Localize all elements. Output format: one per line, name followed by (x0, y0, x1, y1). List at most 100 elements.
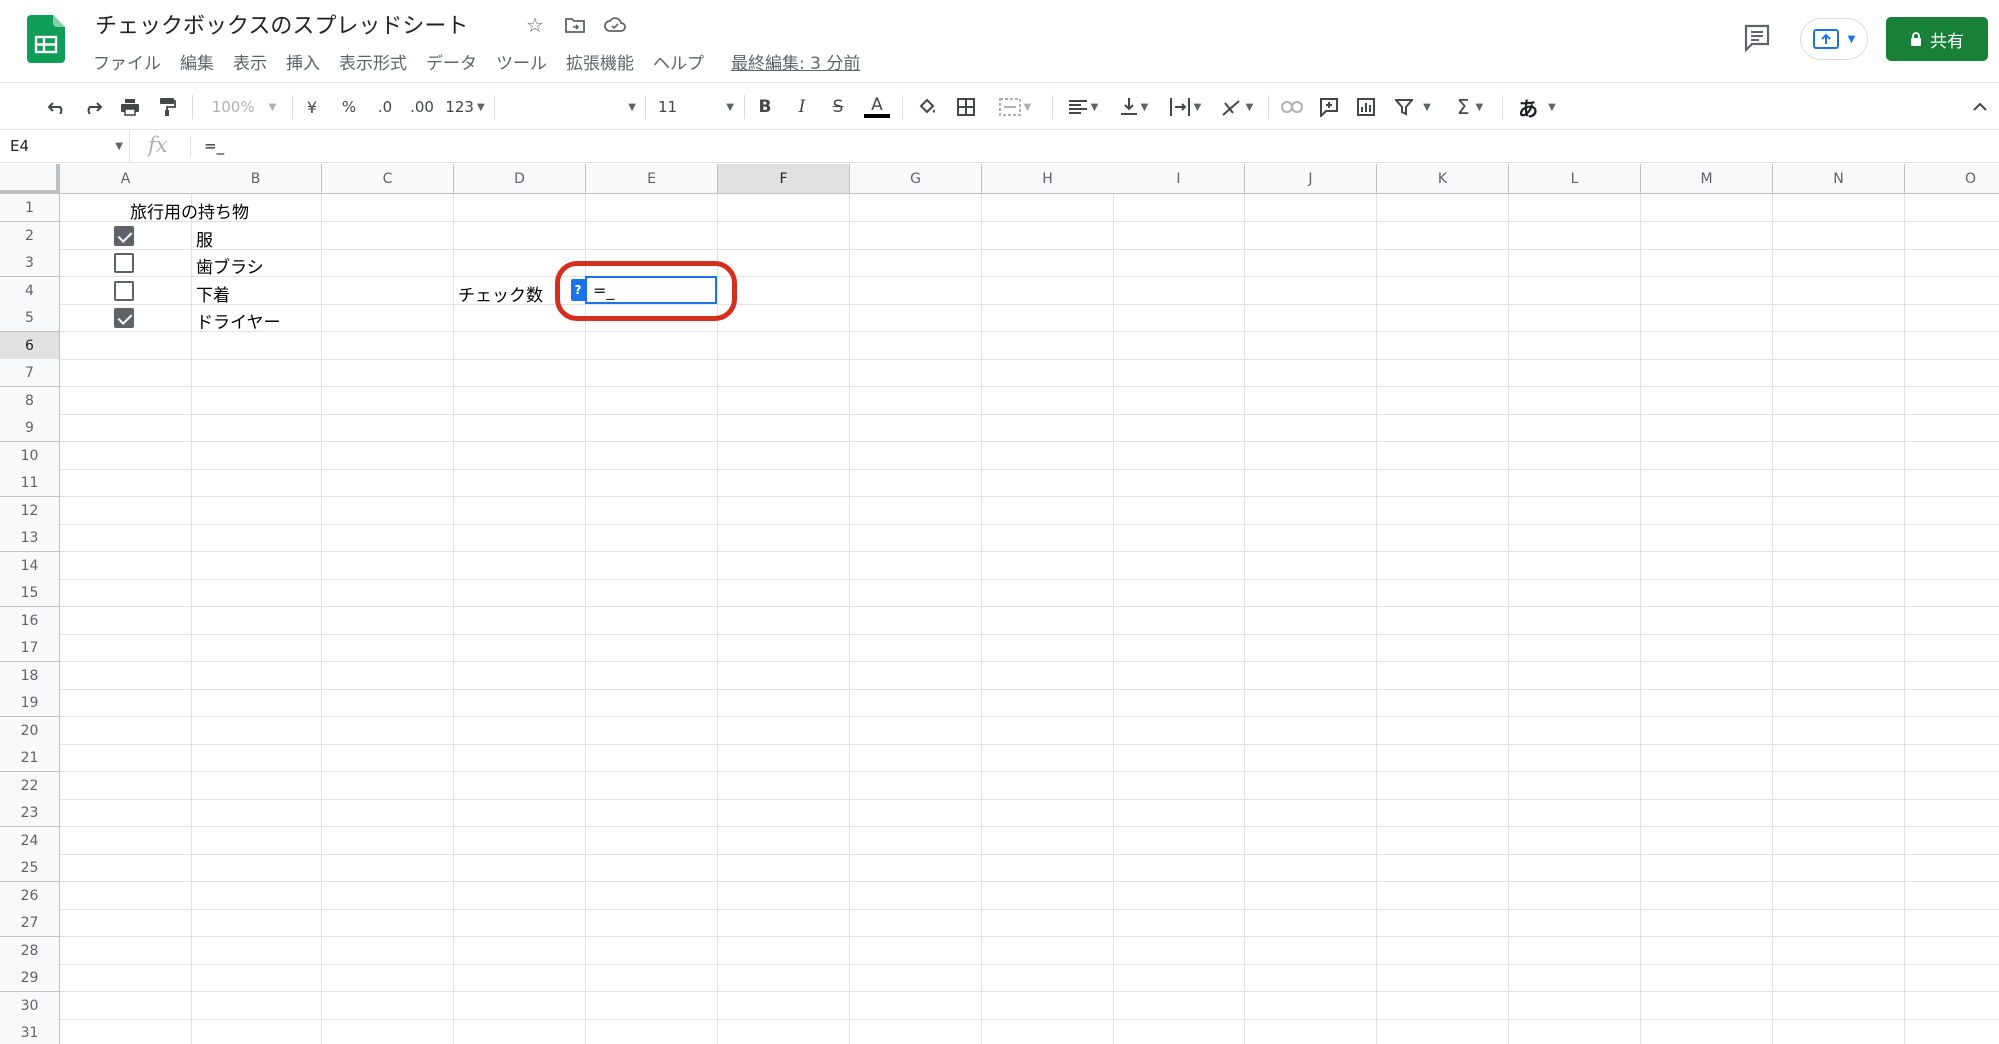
row-header-9[interactable]: 9 (0, 414, 60, 442)
row-header-21[interactable]: 21 (0, 744, 60, 772)
menu-insert[interactable]: 挿入 (286, 49, 320, 74)
move-to-folder-icon[interactable] (562, 12, 588, 38)
text-wrapping-icon[interactable]: ▼ (1164, 93, 1206, 121)
functions-button[interactable]: Σ ▼ (1450, 93, 1490, 121)
horizontal-align-icon[interactable]: ▼ (1062, 93, 1104, 121)
text-color-button[interactable]: A (862, 93, 892, 121)
cloud-status-icon[interactable] (602, 12, 628, 38)
present-button[interactable]: ▼ (1800, 18, 1868, 60)
strikethrough-button[interactable]: S (826, 93, 850, 121)
row-header-7[interactable]: 7 (0, 359, 60, 387)
document-title[interactable]: チェックボックスのスプレッドシート (95, 8, 468, 40)
menu-help[interactable]: ヘルプ (653, 49, 704, 74)
row-header-13[interactable]: 13 (0, 524, 60, 552)
vertical-align-icon[interactable]: ▼ (1114, 93, 1154, 121)
cell-b3[interactable]: 歯ブラシ (196, 253, 264, 278)
column-header-c[interactable]: C (322, 164, 454, 194)
last-edit-link[interactable]: 最終編集: 3 分前 (731, 49, 860, 74)
insert-comment-icon[interactable] (1316, 93, 1342, 121)
row-header-20[interactable]: 20 (0, 717, 60, 745)
decrease-decimals-button[interactable]: .0 (372, 93, 398, 121)
formula-input[interactable]: =_ (204, 137, 224, 155)
column-header-b[interactable]: B (190, 164, 322, 194)
spreadsheet-grid[interactable]: ABCDEFGHIJKLMNO 1 2 3 4 5 6 7 8 9 10 11 12 13 14 15 16 1… (0, 164, 1999, 1044)
menu-view[interactable]: 表示 (233, 49, 267, 74)
currency-format-button[interactable]: ¥ (302, 93, 322, 121)
insert-chart-icon[interactable] (1353, 93, 1379, 121)
column-header-m[interactable]: M (1641, 164, 1773, 194)
menu-tools[interactable]: ツール (496, 49, 547, 74)
menu-file[interactable]: ファイル (93, 49, 161, 74)
share-button[interactable]: 共有 (1886, 17, 1988, 61)
sheets-logo-icon[interactable] (27, 15, 65, 63)
row-header-31[interactable]: 31 (0, 1019, 60, 1044)
row-header-8[interactable]: 8 (0, 387, 60, 415)
paint-format-icon[interactable] (154, 93, 180, 121)
row-header-23[interactable]: 23 (0, 799, 60, 827)
menu-data[interactable]: データ (426, 49, 477, 74)
row-header-3[interactable]: 3 (0, 249, 60, 277)
column-header-d[interactable]: D (454, 164, 586, 194)
column-header-l[interactable]: L (1509, 164, 1641, 194)
print-icon[interactable] (117, 93, 143, 121)
row-header-4[interactable]: 4 (0, 277, 60, 305)
row-header-28[interactable]: 28 (0, 937, 60, 965)
row-header-1[interactable]: 1 (0, 194, 60, 222)
column-header-h[interactable]: H (982, 164, 1114, 194)
menu-format[interactable]: 表示形式 (339, 49, 407, 74)
row-header-25[interactable]: 25 (0, 854, 60, 882)
column-header-j[interactable]: J (1245, 164, 1377, 194)
bold-button[interactable]: B (753, 93, 777, 121)
column-header-a[interactable]: A (60, 164, 192, 194)
checkbox-a2[interactable] (114, 226, 134, 246)
column-header-f[interactable]: F (718, 164, 850, 194)
column-header-g[interactable]: G (850, 164, 982, 194)
cell-b5[interactable]: ドライヤー (196, 308, 281, 333)
row-header-6[interactable]: 6 (0, 332, 60, 360)
font-family-select[interactable]: ▼ (500, 93, 636, 121)
checkbox-a3[interactable] (114, 253, 134, 273)
redo-icon[interactable] (80, 93, 106, 121)
select-all-corner[interactable] (0, 164, 60, 194)
more-formats-button[interactable]: 123 ▼ (444, 93, 486, 121)
cell-a1[interactable]: 旅行用の持ち物 (130, 198, 249, 223)
checkbox-a4[interactable] (114, 281, 134, 301)
row-header-29[interactable]: 29 (0, 964, 60, 992)
increase-decimals-button[interactable]: .00 (407, 93, 437, 121)
percent-format-button[interactable]: % (338, 93, 360, 121)
row-header-22[interactable]: 22 (0, 772, 60, 800)
row-header-15[interactable]: 15 (0, 579, 60, 607)
font-size-select[interactable]: 11 ▼ (658, 93, 734, 121)
cell-d4[interactable]: チェック数 (458, 281, 543, 306)
row-header-30[interactable]: 30 (0, 992, 60, 1020)
zoom-select[interactable]: 100% ▼ (204, 93, 284, 121)
column-header-e[interactable]: E (586, 164, 718, 194)
text-rotation-icon[interactable]: ▼ (1216, 93, 1258, 121)
menu-edit[interactable]: 編集 (180, 49, 214, 74)
row-header-2[interactable]: 2 (0, 222, 60, 250)
comment-history-icon[interactable] (1740, 20, 1774, 54)
column-header-o[interactable]: O (1905, 164, 1999, 194)
cell-b4[interactable]: 下着 (196, 281, 230, 306)
column-header-n[interactable]: N (1773, 164, 1905, 194)
row-header-14[interactable]: 14 (0, 552, 60, 580)
row-header-16[interactable]: 16 (0, 607, 60, 635)
collapse-menus-chevron-up-icon[interactable] (1968, 93, 1992, 121)
column-header-k[interactable]: K (1377, 164, 1509, 194)
row-header-27[interactable]: 27 (0, 909, 60, 937)
star-icon[interactable]: ☆ (522, 12, 548, 38)
row-header-11[interactable]: 11 (0, 469, 60, 497)
name-box[interactable]: E4 ▼ (0, 131, 130, 162)
input-tools-button[interactable]: あ ▼ (1512, 93, 1562, 121)
row-header-18[interactable]: 18 (0, 662, 60, 690)
cell-b2[interactable]: 服 (196, 226, 213, 251)
row-header-10[interactable]: 10 (0, 442, 60, 470)
undo-icon[interactable] (44, 93, 70, 121)
row-header-26[interactable]: 26 (0, 882, 60, 910)
menu-extensions[interactable]: 拡張機能 (566, 49, 634, 74)
filter-icon[interactable]: ▼ (1392, 93, 1434, 121)
row-header-17[interactable]: 17 (0, 634, 60, 662)
column-header-i[interactable]: I (1113, 164, 1245, 194)
row-header-19[interactable]: 19 (0, 689, 60, 717)
checkbox-a5[interactable] (114, 308, 134, 328)
